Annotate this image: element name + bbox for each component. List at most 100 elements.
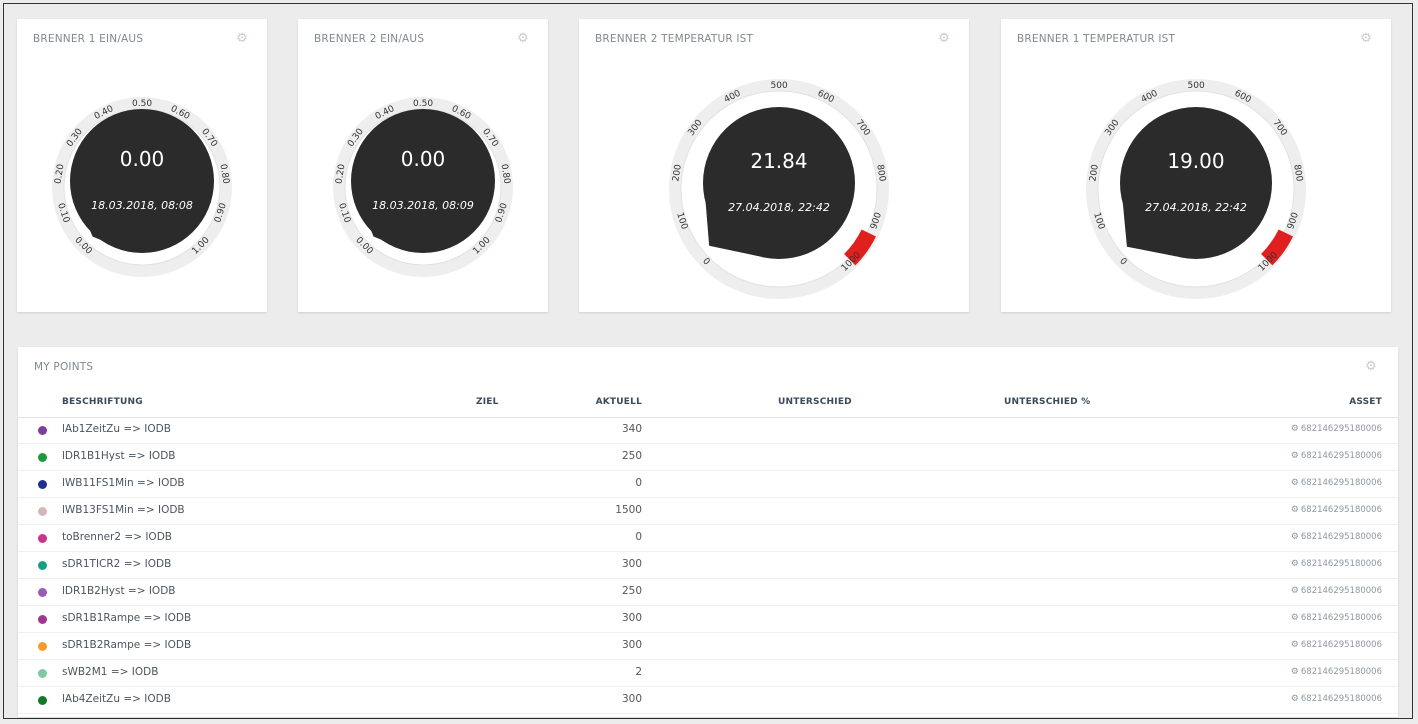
table-row[interactable]: lAb4ZeitZu => IODB 300 ⚙ 682146295180006 [18,687,1398,714]
table-row[interactable]: lWB11FS1Min => IODB 0 ⚙ 682146295180006 [18,471,1398,498]
widget-brenner1-ein-aus: BRENNER 1 EIN/AUS ⚙ 0.00 0.10 0.20 0.30 0.40… [17,19,267,312]
asset-id: 682146295180006 [1300,478,1382,488]
point-aktuell: 250 [621,585,642,597]
asset-icon: ⚙ [1290,559,1299,569]
asset-icon: ⚙ [1290,586,1299,596]
point-aktuell: 300 [621,612,642,624]
asset-icon: ⚙ [1290,478,1299,488]
col-header-unterschied-pct[interactable]: UNTERSCHIED % [1004,397,1090,407]
gauge-timestamp: 18.03.2018, 08:09 [372,199,474,212]
series-color-dot [38,534,47,543]
dashboard: BRENNER 1 EIN/AUS ⚙ 0.00 0.10 0.20 0.30 0.40… [3,3,1413,719]
asset-icon: ⚙ [1290,424,1299,434]
point-label: lAb1ZeitZu => IODB [62,423,171,435]
table-row[interactable]: sDR1B2Rampe => IODB 300 ⚙ 682146295180006 [18,633,1398,660]
point-label: sWB2M1 => IODB [62,666,159,678]
asset-icon: ⚙ [1290,505,1299,515]
col-header-beschriftung[interactable]: BESCHRIFTUNG [62,397,143,407]
table-row[interactable]: lAb1ZeitZu => IODB 340 ⚙ 682146295180006 [18,417,1398,444]
series-color-dot [38,561,47,570]
gauge-value: 0.00 [119,147,165,171]
row-divider [18,713,1398,714]
col-header-ziel[interactable]: ZIEL [476,397,499,407]
table-row[interactable]: sWB2M1 => IODB 2 ⚙ 682146295180006 [18,660,1398,687]
col-header-asset[interactable]: ASSET [1349,397,1382,407]
point-asset[interactable]: ⚙ 682146295180006 [1291,478,1382,488]
point-aktuell: 1500 [615,504,642,516]
point-asset[interactable]: ⚙ 682146295180006 [1291,667,1382,677]
table-row[interactable]: lDR1B2Hyst => IODB 250 ⚙ 682146295180006 [18,579,1398,606]
gauge-timestamp: 27.04.2018, 22:42 [728,201,830,214]
asset-id: 682146295180006 [1300,694,1382,704]
point-asset[interactable]: ⚙ 682146295180006 [1291,613,1382,623]
asset-icon: ⚙ [1290,532,1299,542]
gauge-tick-label: 500 [1187,81,1205,91]
asset-icon: ⚙ [1290,667,1299,677]
asset-id: 682146295180006 [1300,559,1382,569]
point-label: toBrenner2 => IODB [62,531,172,543]
table-row[interactable]: sDR1B1Rampe => IODB 300 ⚙ 682146295180006 [18,606,1398,633]
asset-id: 682146295180006 [1300,505,1382,515]
point-aktuell: 0 [635,477,642,489]
asset-icon: ⚙ [1290,613,1299,623]
asset-id: 682146295180006 [1300,640,1382,650]
gauge-value: 0.00 [400,147,446,171]
gauge-tick-label: 0.50 [132,99,153,109]
point-label: sDR1TICR2 => IODB [62,558,172,570]
point-aktuell: 250 [621,450,642,462]
point-aktuell: 0 [635,531,642,543]
point-aktuell: 340 [621,423,642,435]
point-label: lAb4ZeitZu => IODB [62,693,171,705]
asset-id: 682146295180006 [1300,586,1382,596]
point-label: lWB13FS1Min => IODB [62,504,185,516]
point-asset[interactable]: ⚙ 682146295180006 [1291,505,1382,515]
col-header-aktuell[interactable]: AKTUELL [596,397,642,407]
gauge-value: 21.84 [750,149,808,173]
asset-icon: ⚙ [1290,451,1299,461]
point-label: sDR1B1Rampe => IODB [62,612,192,624]
asset-id: 682146295180006 [1300,667,1382,677]
asset-id: 682146295180006 [1300,424,1382,434]
point-asset[interactable]: ⚙ 682146295180006 [1291,559,1382,569]
widget-brenner2-ein-aus: BRENNER 2 EIN/AUS ⚙ 0.00 0.10 0.20 0.30 0.40… [298,19,548,312]
col-header-unterschied[interactable]: UNTERSCHIED [778,397,852,407]
point-asset[interactable]: ⚙ 682146295180006 [1291,424,1382,434]
point-label: lDR1B2Hyst => IODB [62,585,176,597]
widget-brenner2-temperatur-ist: BRENNER 2 TEMPERATUR IST ⚙ 0 100 200 300 400… [579,19,969,312]
table-row[interactable]: toBrenner2 => IODB 0 ⚙ 682146295180006 [18,525,1398,552]
asset-id: 682146295180006 [1300,613,1382,623]
point-label: sDR1B2Rampe => IODB [62,639,192,651]
point-aktuell: 300 [621,693,642,705]
panel-title: MY POINTS [34,361,94,373]
point-aktuell: 300 [621,558,642,570]
table-row[interactable]: sDR1TICR2 => IODB 300 ⚙ 682146295180006 [18,552,1398,579]
asset-icon: ⚙ [1290,694,1299,704]
gauge-timestamp: 27.04.2018, 22:42 [1145,201,1247,214]
point-asset[interactable]: ⚙ 682146295180006 [1291,640,1382,650]
gauge-value: 19.00 [1167,149,1225,173]
series-color-dot [38,615,47,624]
asset-id: 682146295180006 [1300,451,1382,461]
series-color-dot [38,453,47,462]
widget-brenner1-temperatur-ist: BRENNER 1 TEMPERATUR IST ⚙ 0 100 200 300 400… [1001,19,1391,312]
series-color-dot [38,669,47,678]
gauge-tick-label: 0.50 [413,99,434,109]
point-aktuell: 300 [621,639,642,651]
point-asset[interactable]: ⚙ 682146295180006 [1291,451,1382,461]
gear-icon[interactable]: ⚙ [1364,360,1378,374]
point-asset[interactable]: ⚙ 682146295180006 [1291,586,1382,596]
asset-icon: ⚙ [1290,640,1299,650]
point-asset[interactable]: ⚙ 682146295180006 [1291,532,1382,542]
point-aktuell: 2 [635,666,642,678]
point-asset[interactable]: ⚙ 682146295180006 [1291,694,1382,704]
series-color-dot [38,588,47,597]
gauge-tick-label: 500 [770,81,788,91]
table-row[interactable]: lDR1B1Hyst => IODB 250 ⚙ 682146295180006 [18,444,1398,471]
table-row[interactable]: lWB13FS1Min => IODB 1500 ⚙ 682146295180006 [18,498,1398,525]
point-label: lWB11FS1Min => IODB [62,477,185,489]
series-color-dot [38,480,47,489]
series-color-dot [38,507,47,516]
series-color-dot [38,426,47,435]
series-color-dot [38,696,47,705]
point-label: lDR1B1Hyst => IODB [62,450,176,462]
